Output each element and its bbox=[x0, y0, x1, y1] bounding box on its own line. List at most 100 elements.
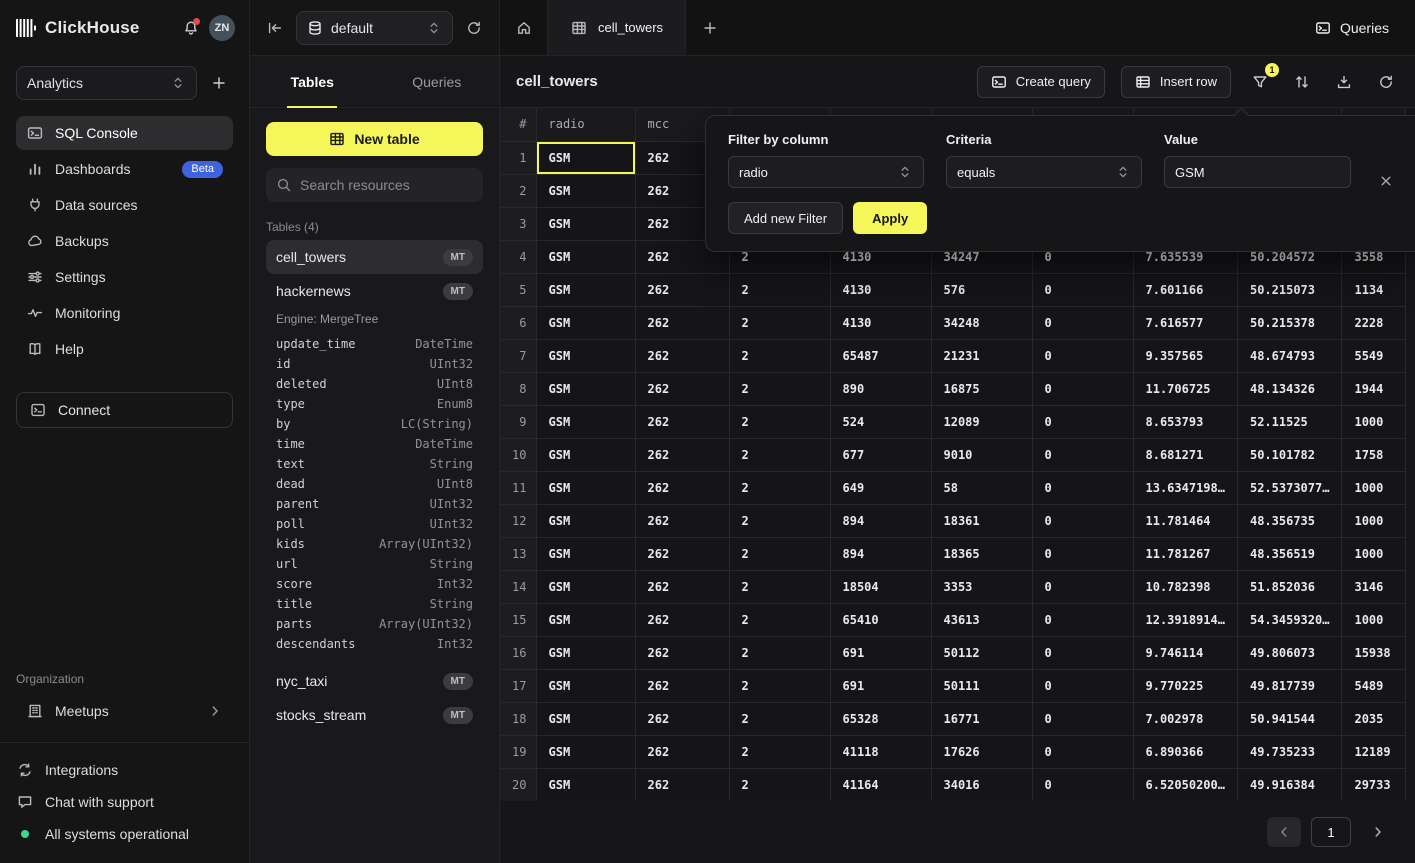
table-cell[interactable]: 894 bbox=[830, 537, 931, 570]
table-cell[interactable]: 50.215073 bbox=[1237, 273, 1341, 306]
table-cell[interactable]: 262 bbox=[635, 570, 729, 603]
sort-button[interactable] bbox=[1289, 69, 1315, 95]
sidebar-item-data-sources[interactable]: Data sources bbox=[16, 188, 233, 222]
table-cell[interactable]: 2 bbox=[729, 735, 830, 768]
add-new-filter-button[interactable]: Add new Filter bbox=[728, 202, 843, 234]
table-cell[interactable]: GSM bbox=[536, 504, 635, 537]
column-header[interactable]: radio bbox=[536, 108, 635, 141]
table-cell[interactable]: 49.817739 bbox=[1237, 669, 1341, 702]
table-cell[interactable]: 2 bbox=[729, 372, 830, 405]
table-list-item-nyc-taxi[interactable]: nyc_taxiMT bbox=[266, 664, 483, 698]
criteria-select[interactable]: equals bbox=[946, 156, 1142, 188]
table-cell[interactable]: 262 bbox=[635, 636, 729, 669]
table-cell[interactable]: 0 bbox=[1032, 768, 1133, 801]
table-cell[interactable]: 2 bbox=[729, 603, 830, 636]
table-cell[interactable]: 0 bbox=[1032, 702, 1133, 735]
table-cell[interactable]: 0 bbox=[1032, 273, 1133, 306]
table-cell[interactable]: 262 bbox=[635, 372, 729, 405]
table-cell[interactable]: 52.5373077… bbox=[1237, 471, 1341, 504]
table-cell[interactable]: 262 bbox=[635, 768, 729, 801]
refresh-tables-button[interactable] bbox=[461, 15, 487, 41]
table-cell[interactable]: 12089 bbox=[931, 405, 1032, 438]
table-cell[interactable]: GSM bbox=[536, 405, 635, 438]
table-cell[interactable]: 52.11525 bbox=[1237, 405, 1341, 438]
table-cell[interactable]: 34248 bbox=[931, 306, 1032, 339]
connect-button[interactable]: Connect bbox=[16, 392, 233, 428]
table-cell[interactable]: 6.890366 bbox=[1133, 735, 1237, 768]
table-cell[interactable]: 262 bbox=[635, 702, 729, 735]
table-cell[interactable]: 262 bbox=[635, 339, 729, 372]
table-cell[interactable]: GSM bbox=[536, 240, 635, 273]
prev-page-button[interactable] bbox=[1267, 817, 1301, 847]
table-cell[interactable]: 524 bbox=[830, 405, 931, 438]
table-cell[interactable]: 6.52050200… bbox=[1133, 768, 1237, 801]
table-cell[interactable]: 0 bbox=[1032, 405, 1133, 438]
table-cell[interactable]: GSM bbox=[536, 207, 635, 240]
table-cell[interactable]: 2 bbox=[729, 504, 830, 537]
table-cell[interactable]: 677 bbox=[830, 438, 931, 471]
table-cell[interactable]: 0 bbox=[1032, 471, 1133, 504]
table-cell[interactable]: 43613 bbox=[931, 603, 1032, 636]
database-select[interactable]: default bbox=[296, 11, 453, 45]
sidebar-item-backups[interactable]: Backups bbox=[16, 224, 233, 258]
sidebar-footer-item-chat-with-support[interactable]: Chat with support bbox=[16, 787, 233, 817]
table-cell[interactable]: 0 bbox=[1032, 537, 1133, 570]
table-cell[interactable]: 0 bbox=[1032, 636, 1133, 669]
table-cell[interactable]: 51.852036 bbox=[1237, 570, 1341, 603]
sidebar-footer-item-all-systems-operational[interactable]: All systems operational bbox=[16, 819, 233, 849]
collapse-panel-button[interactable] bbox=[262, 15, 288, 41]
table-cell[interactable]: 48.356519 bbox=[1237, 537, 1341, 570]
table-cell[interactable]: 5489 bbox=[1342, 669, 1406, 702]
table-cell[interactable]: 890 bbox=[830, 372, 931, 405]
current-page[interactable]: 1 bbox=[1311, 817, 1351, 847]
table-cell[interactable]: 0 bbox=[1032, 504, 1133, 537]
sidebar-item-settings[interactable]: Settings bbox=[16, 260, 233, 294]
table-cell[interactable]: 16875 bbox=[931, 372, 1032, 405]
table-cell[interactable]: 2 bbox=[729, 570, 830, 603]
insert-row-button[interactable]: Insert row bbox=[1121, 66, 1231, 98]
table-cell[interactable]: 262 bbox=[635, 537, 729, 570]
table-cell[interactable]: GSM bbox=[536, 636, 635, 669]
table-cell[interactable]: 262 bbox=[635, 669, 729, 702]
table-cell[interactable]: 48.134326 bbox=[1237, 372, 1341, 405]
table-cell[interactable]: 50.215378 bbox=[1237, 306, 1341, 339]
table-cell[interactable]: 4130 bbox=[830, 306, 931, 339]
table-cell[interactable]: 16771 bbox=[931, 702, 1032, 735]
table-cell[interactable]: GSM bbox=[536, 306, 635, 339]
table-cell[interactable]: 65328 bbox=[830, 702, 931, 735]
table-cell[interactable]: 9010 bbox=[931, 438, 1032, 471]
table-cell[interactable]: 11.781464 bbox=[1133, 504, 1237, 537]
table-cell[interactable]: 5549 bbox=[1342, 339, 1406, 372]
table-cell[interactable]: 1000 bbox=[1342, 603, 1406, 636]
table-cell[interactable]: 34016 bbox=[931, 768, 1032, 801]
table-cell[interactable]: 17626 bbox=[931, 735, 1032, 768]
table-cell[interactable]: GSM bbox=[536, 702, 635, 735]
table-cell[interactable]: 262 bbox=[635, 735, 729, 768]
apply-filter-button[interactable]: Apply bbox=[853, 202, 927, 234]
table-cell[interactable]: 18504 bbox=[830, 570, 931, 603]
table-cell[interactable]: 9.357565 bbox=[1133, 339, 1237, 372]
sidebar-item-dashboards[interactable]: DashboardsBeta bbox=[16, 152, 233, 186]
table-cell[interactable]: 12189 bbox=[1342, 735, 1406, 768]
table-cell[interactable]: 691 bbox=[830, 636, 931, 669]
table-cell[interactable]: 48.674793 bbox=[1237, 339, 1341, 372]
table-cell[interactable]: GSM bbox=[536, 603, 635, 636]
queries-button[interactable]: Queries bbox=[1315, 20, 1389, 36]
table-cell[interactable]: 9.770225 bbox=[1133, 669, 1237, 702]
table-cell[interactable]: 1944 bbox=[1342, 372, 1406, 405]
refresh-button[interactable] bbox=[1373, 69, 1399, 95]
table-cell[interactable]: GSM bbox=[536, 438, 635, 471]
table-cell[interactable]: 65410 bbox=[830, 603, 931, 636]
table-cell[interactable]: 1000 bbox=[1342, 537, 1406, 570]
table-cell[interactable]: GSM bbox=[536, 372, 635, 405]
table-cell[interactable]: 1000 bbox=[1342, 405, 1406, 438]
table-cell[interactable]: 8.653793 bbox=[1133, 405, 1237, 438]
table-cell[interactable]: 15938 bbox=[1342, 636, 1406, 669]
table-cell[interactable]: 21231 bbox=[931, 339, 1032, 372]
table-cell[interactable]: 3353 bbox=[931, 570, 1032, 603]
table-cell[interactable]: 0 bbox=[1032, 603, 1133, 636]
workspace-select[interactable]: Analytics bbox=[16, 66, 197, 100]
table-cell[interactable]: 11.781267 bbox=[1133, 537, 1237, 570]
table-cell[interactable]: 49.916384 bbox=[1237, 768, 1341, 801]
close-filter-button[interactable] bbox=[1375, 170, 1397, 192]
